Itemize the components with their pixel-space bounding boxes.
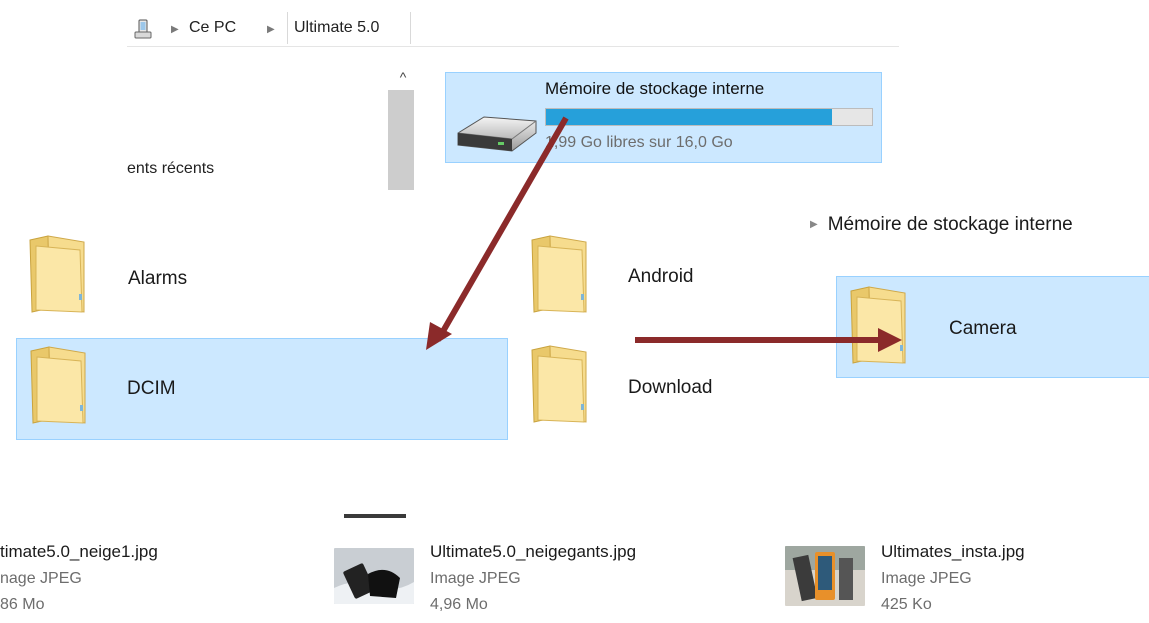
folder-android[interactable]: Android <box>518 232 768 324</box>
breadcrumb-item-ultimate[interactable]: Ultimate 5.0 <box>287 12 411 44</box>
folder-icon <box>531 235 587 313</box>
chevron-right-icon: ▶ <box>810 219 818 231</box>
scroll-up-button[interactable]: ^ <box>390 64 416 90</box>
file-item-neige1[interactable]: timate5.0_neige1.jpg nage JPEG 86 Mo <box>0 538 300 618</box>
folder-camera[interactable]: Camera <box>836 276 1149 378</box>
breadcrumb: ▶ Ce PC ▶ Ultimate 5.0 <box>127 12 899 47</box>
folder-alarms[interactable]: Alarms <box>16 232 508 324</box>
file-type: Image JPEG <box>881 570 972 587</box>
drive-tile[interactable]: Mémoire de stockage interne 1,99 Go libr… <box>445 72 882 163</box>
folder-dcim[interactable]: DCIM <box>16 338 508 440</box>
file-size: 4,96 Mo <box>430 596 488 613</box>
folder-download[interactable]: Download <box>518 340 768 438</box>
sidebar-item-recent[interactable]: ents récents <box>127 160 214 178</box>
file-type: Image JPEG <box>430 570 521 587</box>
folder-icon <box>850 286 906 364</box>
file-size: 86 Mo <box>0 596 45 613</box>
folder-icon <box>29 235 85 313</box>
drive-free-space: 1,99 Go libres sur 16,0 Go <box>545 134 733 151</box>
folder-label: Alarms <box>128 268 188 289</box>
folder-label: Download <box>628 377 713 398</box>
folder-icon <box>30 346 86 424</box>
camera-breadcrumb[interactable]: ▶ Mémoire de stockage interne <box>810 214 1073 236</box>
folder-label: Camera <box>949 318 1017 339</box>
image-thumbnail <box>785 546 865 606</box>
file-list: timate5.0_neige1.jpg nage JPEG 86 Mo Ult… <box>0 498 1149 623</box>
file-size: 425 Ko <box>881 596 932 613</box>
chevron-right-icon[interactable]: ▶ <box>171 24 179 35</box>
folder-icon <box>531 345 587 423</box>
thumbnail-partial <box>344 514 406 518</box>
file-name: timate5.0_neige1.jpg <box>0 542 158 561</box>
camera-breadcrumb-label: Mémoire de stockage interne <box>827 214 1073 235</box>
file-name: Ultimate5.0_neigegants.jpg <box>430 542 637 561</box>
folder-label: DCIM <box>127 378 176 399</box>
chevron-right-icon[interactable]: ▶ <box>267 24 275 35</box>
folder-label: Android <box>628 266 694 287</box>
file-item-insta[interactable]: Ultimates_insta.jpg Image JPEG 425 Ko <box>785 538 1145 618</box>
image-thumbnail <box>334 548 414 604</box>
file-name: Ultimates_insta.jpg <box>881 542 1025 561</box>
drive-name: Mémoire de stockage interne <box>545 79 765 98</box>
file-type: nage JPEG <box>0 570 82 587</box>
scrollbar-thumb[interactable] <box>388 90 414 190</box>
breadcrumb-item-ce-pc[interactable]: Ce PC <box>189 19 236 37</box>
phone-device-icon[interactable] <box>133 19 153 39</box>
drive-icon <box>457 116 537 152</box>
file-item-neigegants[interactable]: Ultimate5.0_neigegants.jpg Image JPEG 4,… <box>334 538 754 618</box>
storage-usage-fill <box>546 109 832 125</box>
storage-usage-bar <box>545 108 873 126</box>
